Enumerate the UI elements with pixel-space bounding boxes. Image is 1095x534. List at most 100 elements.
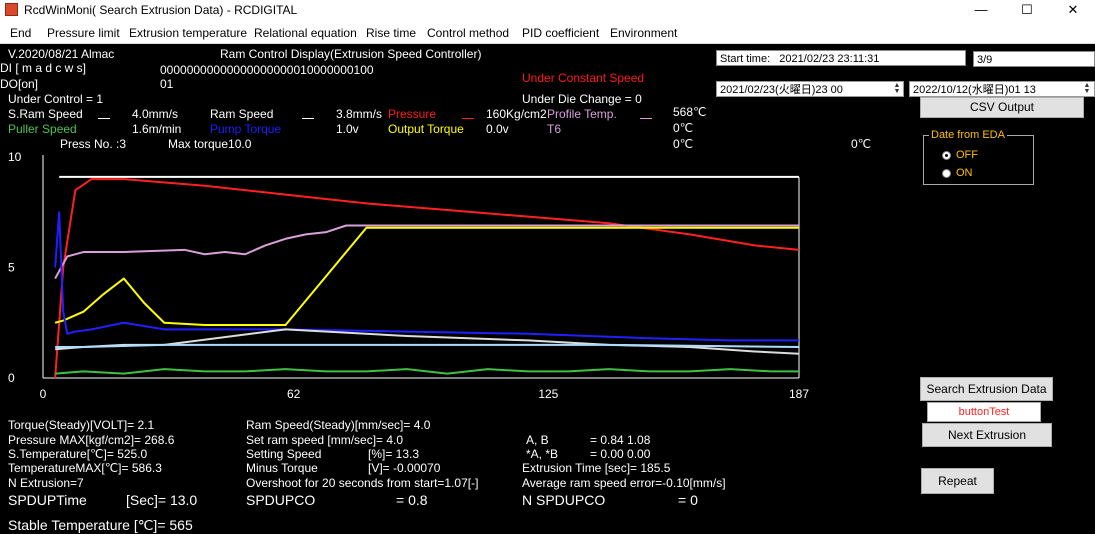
- page-field[interactable]: 3/9: [973, 51, 1095, 67]
- t6-label: T6: [547, 122, 562, 136]
- close-icon[interactable]: ✕: [1050, 0, 1095, 20]
- window-title: RcdWinMoni( Search Extrusion Data) - RCD…: [24, 3, 298, 17]
- maximize-icon[interactable]: ☐: [1004, 0, 1050, 20]
- y-tick-label: 10: [8, 150, 22, 164]
- menu-pressure-limit[interactable]: Pressure limit: [47, 26, 120, 40]
- next-extrusion-button[interactable]: Next Extrusion: [922, 423, 1052, 447]
- button-test[interactable]: buttonTest: [927, 402, 1041, 422]
- stat-star-ab-value: = 0.00 0.00: [590, 447, 651, 461]
- under-die-change: Under Die Change = 0: [522, 92, 642, 106]
- eda-group-title: Date from EDA: [929, 129, 1007, 141]
- do-label: DO[on]: [0, 77, 39, 91]
- s-ram-speed-label: S.Ram Speed: [8, 107, 83, 121]
- display-title: Ram Control Display(Extrusion Speed Cont…: [220, 47, 482, 61]
- puller-speed-label: Puller Speed: [8, 122, 77, 136]
- extrusion-chart: 0 62 125 187 0 5 10: [8, 150, 809, 401]
- menu-pid-coefficient[interactable]: PID coefficient: [522, 26, 599, 40]
- x-tick-label: 0: [40, 387, 47, 401]
- ram-speed-value: 3.8mm/s: [336, 107, 383, 121]
- date-to-value: 2022/10/12(水曜日)01 13: [913, 84, 1036, 96]
- y-tick-label: 0: [8, 371, 15, 385]
- ram-speed-legend: [302, 118, 314, 119]
- start-time-label: Start time:: [720, 53, 771, 65]
- profile-temp-legend: [640, 118, 652, 119]
- csv-output-button[interactable]: CSV Output: [920, 97, 1084, 118]
- stat-setting-speed-value: [%]= 13.3: [368, 447, 420, 461]
- minimize-icon[interactable]: —: [958, 0, 1004, 20]
- menu-relational-equation[interactable]: Relational equation: [254, 26, 357, 40]
- stat-ab-value: = 0.84 1.08: [590, 433, 651, 447]
- series-line: [54, 226, 799, 326]
- stat-n-spdupco-label: N SPDUPCO: [522, 492, 606, 508]
- stat-avg-error: Average ram speed error=-0.10[mm/s]: [522, 476, 726, 490]
- series-line: [54, 211, 799, 342]
- temp-b: 0℃: [851, 137, 872, 151]
- start-time-field[interactable]: Start time: 2021/02/23 23:11:31: [716, 50, 966, 66]
- under-control: Under Control = 1: [8, 92, 104, 106]
- pressure-label: Pressure: [388, 107, 437, 121]
- date-from-spin-icon[interactable]: ▲ ▼: [892, 82, 902, 95]
- date-from-value: 2021/02/23(火曜日)23 00: [720, 84, 843, 96]
- search-extrusion-data-button[interactable]: Search Extrusion Data: [920, 377, 1053, 401]
- menu-end[interactable]: End: [10, 26, 31, 40]
- date-to-spin-icon[interactable]: ▲ ▼: [1082, 82, 1092, 95]
- profile-temp-label: Profile Temp.: [547, 107, 617, 121]
- pump-torque-value: 1.0v: [336, 122, 359, 136]
- profile-temp-value: 568℃: [673, 105, 707, 119]
- stat-n-extrusion: N Extrusion=7: [8, 476, 84, 490]
- x-tick-label: 125: [538, 387, 558, 401]
- stat-stable-temperature: Stable Temperature [℃]= 565: [8, 517, 193, 533]
- stat-temperature-max: TemperatureMAX[℃]= 586.3: [8, 461, 162, 475]
- x-tick-label: 187: [789, 387, 809, 401]
- version-label: V.2020/08/21 Almac: [8, 47, 115, 61]
- menu-rise-time[interactable]: Rise time: [366, 26, 416, 40]
- stat-pressure-max: Pressure MAX[kgf/cm2]= 268.6: [8, 433, 175, 447]
- stat-s-temperature: S.Temperature[℃]= 525.0: [8, 447, 148, 461]
- stat-spdup-time-value: [Sec]= 13.0: [126, 492, 198, 508]
- x-tick-label: 62: [287, 387, 301, 401]
- eda-on-radio[interactable]: [942, 169, 951, 178]
- menu-environment[interactable]: Environment: [610, 26, 677, 40]
- y-tick-label: 5: [8, 261, 15, 275]
- stat-spdupco-value: = 0.8: [396, 492, 428, 508]
- eda-groupbox: [923, 135, 1034, 185]
- eda-on-label[interactable]: ON: [956, 167, 973, 179]
- under-constant-speed: Under Constant Speed: [522, 71, 645, 85]
- eda-off-label[interactable]: OFF: [956, 149, 978, 161]
- date-to-picker[interactable]: 2022/10/12(水曜日)01 13 ▲ ▼: [909, 81, 1095, 97]
- menu-control-method[interactable]: Control method: [427, 26, 509, 40]
- stat-set-ram-speed: Set ram speed [mm/sec]= 4.0: [246, 433, 404, 447]
- stat-spdup-time-label: SPDUPTime: [8, 492, 87, 508]
- repeat-button[interactable]: Repeat: [921, 468, 994, 494]
- stat-overshoot: Overshoot for 20 seconds from start=1.07…: [246, 476, 479, 490]
- do-value: 01: [160, 77, 174, 91]
- di-value: 00000000000000000000010000000100: [160, 63, 374, 77]
- stat-minus-torque-value: [V]= -0.00070: [368, 461, 441, 475]
- pressure-value: 160Kg/cm2: [486, 107, 547, 121]
- stat-ab-label: A, B: [526, 433, 549, 447]
- stat-setting-speed-label: Setting Speed: [246, 447, 322, 461]
- date-from-picker[interactable]: 2021/02/23(火曜日)23 00 ▲ ▼: [716, 81, 904, 97]
- stat-torque: Torque(Steady)[VOLT]= 2.1: [8, 418, 155, 432]
- eda-off-radio[interactable]: [942, 151, 951, 160]
- app-icon: [5, 3, 18, 16]
- series-line: [55, 328, 800, 355]
- t6-value: 0℃: [673, 121, 694, 135]
- series-line: [55, 343, 800, 349]
- pump-torque-label: Pump Torque: [210, 122, 282, 136]
- stat-ram-speed-steady: Ram Speed(Steady)[mm/sec]= 4.0: [246, 418, 431, 432]
- output-torque-label: Output Torque: [388, 122, 464, 136]
- pressure-legend: [462, 118, 474, 119]
- series-line: [55, 368, 799, 375]
- stat-minus-torque-label: Minus Torque: [246, 461, 318, 475]
- stat-spdupco-label: SPDUPCO: [246, 492, 316, 508]
- stat-n-spdupco-value: = 0: [678, 492, 698, 508]
- series-line: [54, 178, 800, 379]
- puller-speed-value: 1.6m/min: [132, 122, 182, 136]
- s-ram-speed-legend: [98, 118, 110, 119]
- di-label: DI [ m a d c w s]: [0, 61, 87, 75]
- stat-extrusion-time: Extrusion Time [sec]= 185.5: [522, 461, 671, 475]
- stat-star-ab-label: *A, *B: [526, 447, 559, 461]
- ram-speed-label: Ram Speed: [210, 107, 274, 121]
- menu-extrusion-temperature[interactable]: Extrusion temperature: [129, 26, 247, 40]
